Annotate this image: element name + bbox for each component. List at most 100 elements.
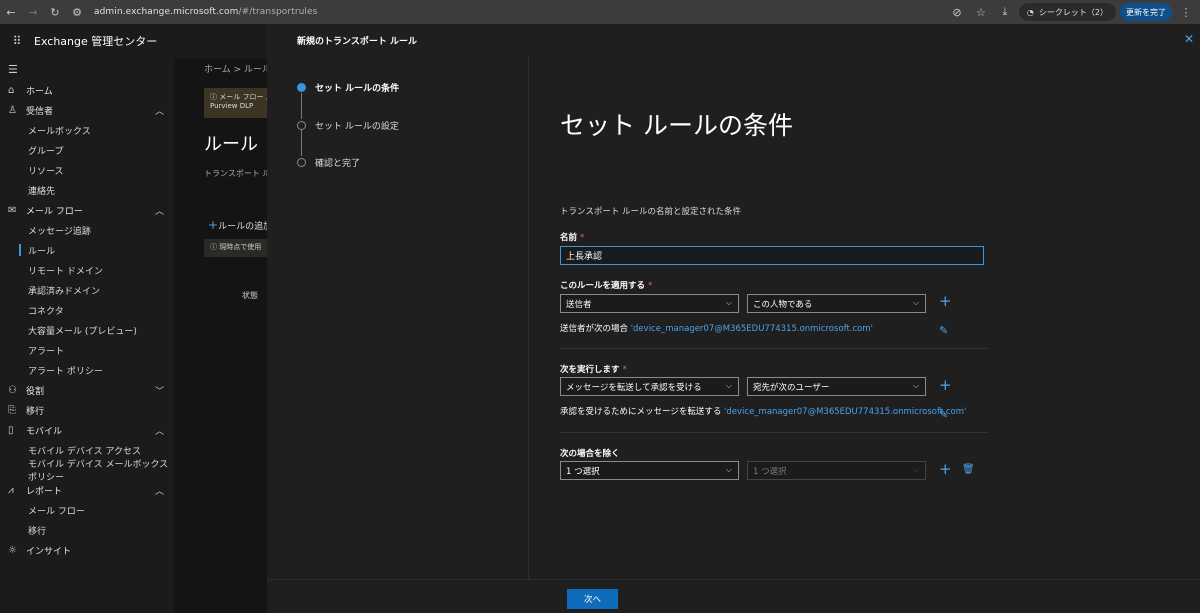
next-button[interactable]: 次へ [567, 589, 618, 609]
nav-high-volume-email[interactable]: 大容量メール (プレビュー) [0, 320, 174, 340]
nav-accepted-domains[interactable]: 承認済みドメイン [0, 280, 174, 300]
hamburger-icon[interactable]: ☰ [0, 58, 174, 80]
nav-alert-policies[interactable]: アラート ポリシー [0, 360, 174, 380]
section-heading: セット ルールの条件 [560, 111, 793, 140]
nav-home[interactable]: ⌂ ホーム [0, 80, 174, 100]
site-info-icon[interactable]: ⚙ [66, 0, 88, 24]
chevron-down-icon: ⌵ [725, 381, 732, 390]
kebab-menu-icon[interactable]: ⋮ [1176, 2, 1196, 22]
apply-condition-select[interactable]: 送信者 ⌵ [560, 294, 739, 313]
nav-contacts[interactable]: 連絡先 [0, 180, 174, 200]
nav-rules[interactable]: ルール [0, 240, 174, 260]
add-rule-button[interactable]: +ルールの追加 [208, 218, 272, 232]
wizard-steps: セット ルールの条件 セット ルールの設定 確認と完了 [267, 56, 529, 579]
mobile-icon: ▯ [8, 424, 14, 436]
nav-resources[interactable]: リソース [0, 160, 174, 180]
name-label: 名前 * [560, 231, 584, 243]
chevron-down-icon: ⌵ [725, 298, 732, 307]
nav-label: 受信者 [26, 106, 54, 117]
incognito-badge[interactable]: ◔ シークレット（2） [1018, 3, 1116, 21]
eye-off-icon[interactable]: ⊘ [947, 2, 967, 22]
name-input[interactable] [560, 246, 984, 265]
banner-text-2: Purview DLP [210, 102, 254, 110]
download-icon[interactable]: ⤓ [995, 2, 1015, 22]
nav-migration[interactable]: ⎘ 移行 [0, 400, 174, 420]
app-title: Exchange 管理センター [34, 35, 158, 48]
select-value: 送信者 [566, 299, 592, 310]
condition-recipient-link[interactable]: 'device_manager07@M365EDU774315.onmicros… [631, 324, 873, 334]
close-icon[interactable]: ✕ [1184, 32, 1194, 46]
edit-pencil-icon[interactable]: ✎ [939, 408, 948, 421]
exception-select[interactable]: 1 つ選択 ⌵ [560, 461, 739, 480]
add-condition-icon[interactable]: + [939, 292, 952, 310]
migration-icon: ⎘ [8, 404, 16, 416]
nav-alerts[interactable]: アラート [0, 340, 174, 360]
nav-reports[interactable]: ⩘ レポート ︿ [0, 480, 174, 500]
apply-condition-summary: 送信者が次の場合 'device_manager07@M365EDU774315… [560, 322, 873, 334]
edit-pencil-icon[interactable]: ✎ [939, 324, 948, 337]
step-connector [301, 93, 302, 119]
add-action-icon[interactable]: + [939, 376, 952, 394]
nav-connectors[interactable]: コネクタ [0, 300, 174, 320]
update-button[interactable]: 更新を完了 [1120, 3, 1172, 21]
nav-report-mailflow[interactable]: メール フロー [0, 500, 174, 520]
app-launcher-icon[interactable]: ⠿ [0, 34, 34, 48]
back-icon[interactable]: ← [0, 0, 22, 24]
nav-roles[interactable]: ⚇ 役割 ﹀ [0, 380, 174, 400]
exception-subselect: 1 つ選択 ⌵ [747, 461, 926, 480]
nav-report-migration[interactable]: 移行 [0, 520, 174, 540]
apply-rule-label-text: このルールを適用する [560, 281, 646, 291]
status-info-text: 現時点で使用 [219, 243, 262, 251]
nav-mobile[interactable]: ▯ モバイル ︿ [0, 420, 174, 440]
nav-label: メール フロー [26, 206, 83, 217]
star-icon[interactable]: ☆ [971, 2, 991, 22]
chevron-up-icon: ︿ [154, 206, 164, 217]
nav-mailflow[interactable]: ✉ メール フロー ︿ [0, 200, 174, 220]
select-value: 1 つ選択 [566, 466, 600, 477]
divider [560, 432, 988, 433]
reload-icon[interactable]: ↻ [44, 0, 66, 24]
apply-rule-label: このルールを適用する * [560, 279, 652, 291]
nav-groups[interactable]: グループ [0, 140, 174, 160]
address-bar[interactable]: admin.exchange.microsoft.com/#/transport… [94, 7, 947, 17]
nav-label: レポート [26, 486, 63, 497]
roles-icon: ⚇ [8, 384, 17, 396]
nav-mailboxes[interactable]: メールボックス [0, 120, 174, 140]
forward-icon[interactable]: → [22, 0, 44, 24]
chevron-up-icon: ︿ [154, 106, 164, 117]
action-recipient-link[interactable]: 'device_manager07@M365EDU774315.onmicros… [724, 407, 966, 417]
add-rule-label: ルールの追加 [218, 222, 273, 232]
nav-insights[interactable]: ☼ インサイト [0, 540, 174, 560]
select-value: メッセージを転送して承認を受ける [566, 382, 702, 393]
step-label: セット ルールの設定 [315, 122, 399, 132]
action-subselect[interactable]: 宛先が次のユーザー ⌵ [747, 377, 926, 396]
step-dot [297, 158, 306, 167]
nav-label: 移行 [26, 406, 45, 417]
step-set-conditions[interactable]: セット ルールの条件 [297, 81, 399, 94]
url-path: /#/transportrules [238, 7, 318, 17]
nav-remote-domains[interactable]: リモート ドメイン [0, 260, 174, 280]
do-following-label: 次を実行します * [560, 363, 627, 375]
browser-toolbar: ← → ↻ ⚙ admin.exchange.microsoft.com/#/t… [0, 0, 1200, 24]
nav-mobile-mailbox-policies[interactable]: モバイル デバイス メールボックス ポリシー [0, 460, 174, 483]
select-value: この人物である [753, 299, 813, 310]
section-subtitle: トランスポート ルールの名前と設定された条件 [560, 207, 742, 217]
trash-icon[interactable]: 🗑 [962, 464, 975, 475]
nav-recipients[interactable]: ♙ 受信者 ︿ [0, 100, 174, 120]
plus-icon: + [208, 218, 219, 232]
nav-message-trace[interactable]: メッセージ追跡 [0, 220, 174, 240]
select-value: 1 つ選択 [753, 466, 787, 477]
home-icon: ⌂ [8, 84, 15, 96]
url-host: admin.exchange.microsoft.com [94, 7, 239, 17]
apply-subcondition-select[interactable]: この人物である ⌵ [747, 294, 926, 313]
step-review-finish[interactable]: 確認と完了 [297, 156, 360, 169]
nav-label: 役割 [26, 386, 45, 397]
step-current-dot [297, 83, 306, 92]
person-icon: ♙ [8, 104, 17, 116]
add-exception-icon[interactable]: + [939, 460, 952, 478]
chevron-down-icon: ⌵ [912, 465, 919, 474]
column-header-status: 状態 [242, 291, 258, 300]
sidebar: ☰ ⌂ ホーム ♙ 受信者 ︿ メールボックス グループ リソース 連絡先 ✉ メール … [0, 58, 174, 613]
step-set-settings[interactable]: セット ルールの設定 [297, 119, 399, 132]
action-select[interactable]: メッセージを転送して承認を受ける ⌵ [560, 377, 739, 396]
